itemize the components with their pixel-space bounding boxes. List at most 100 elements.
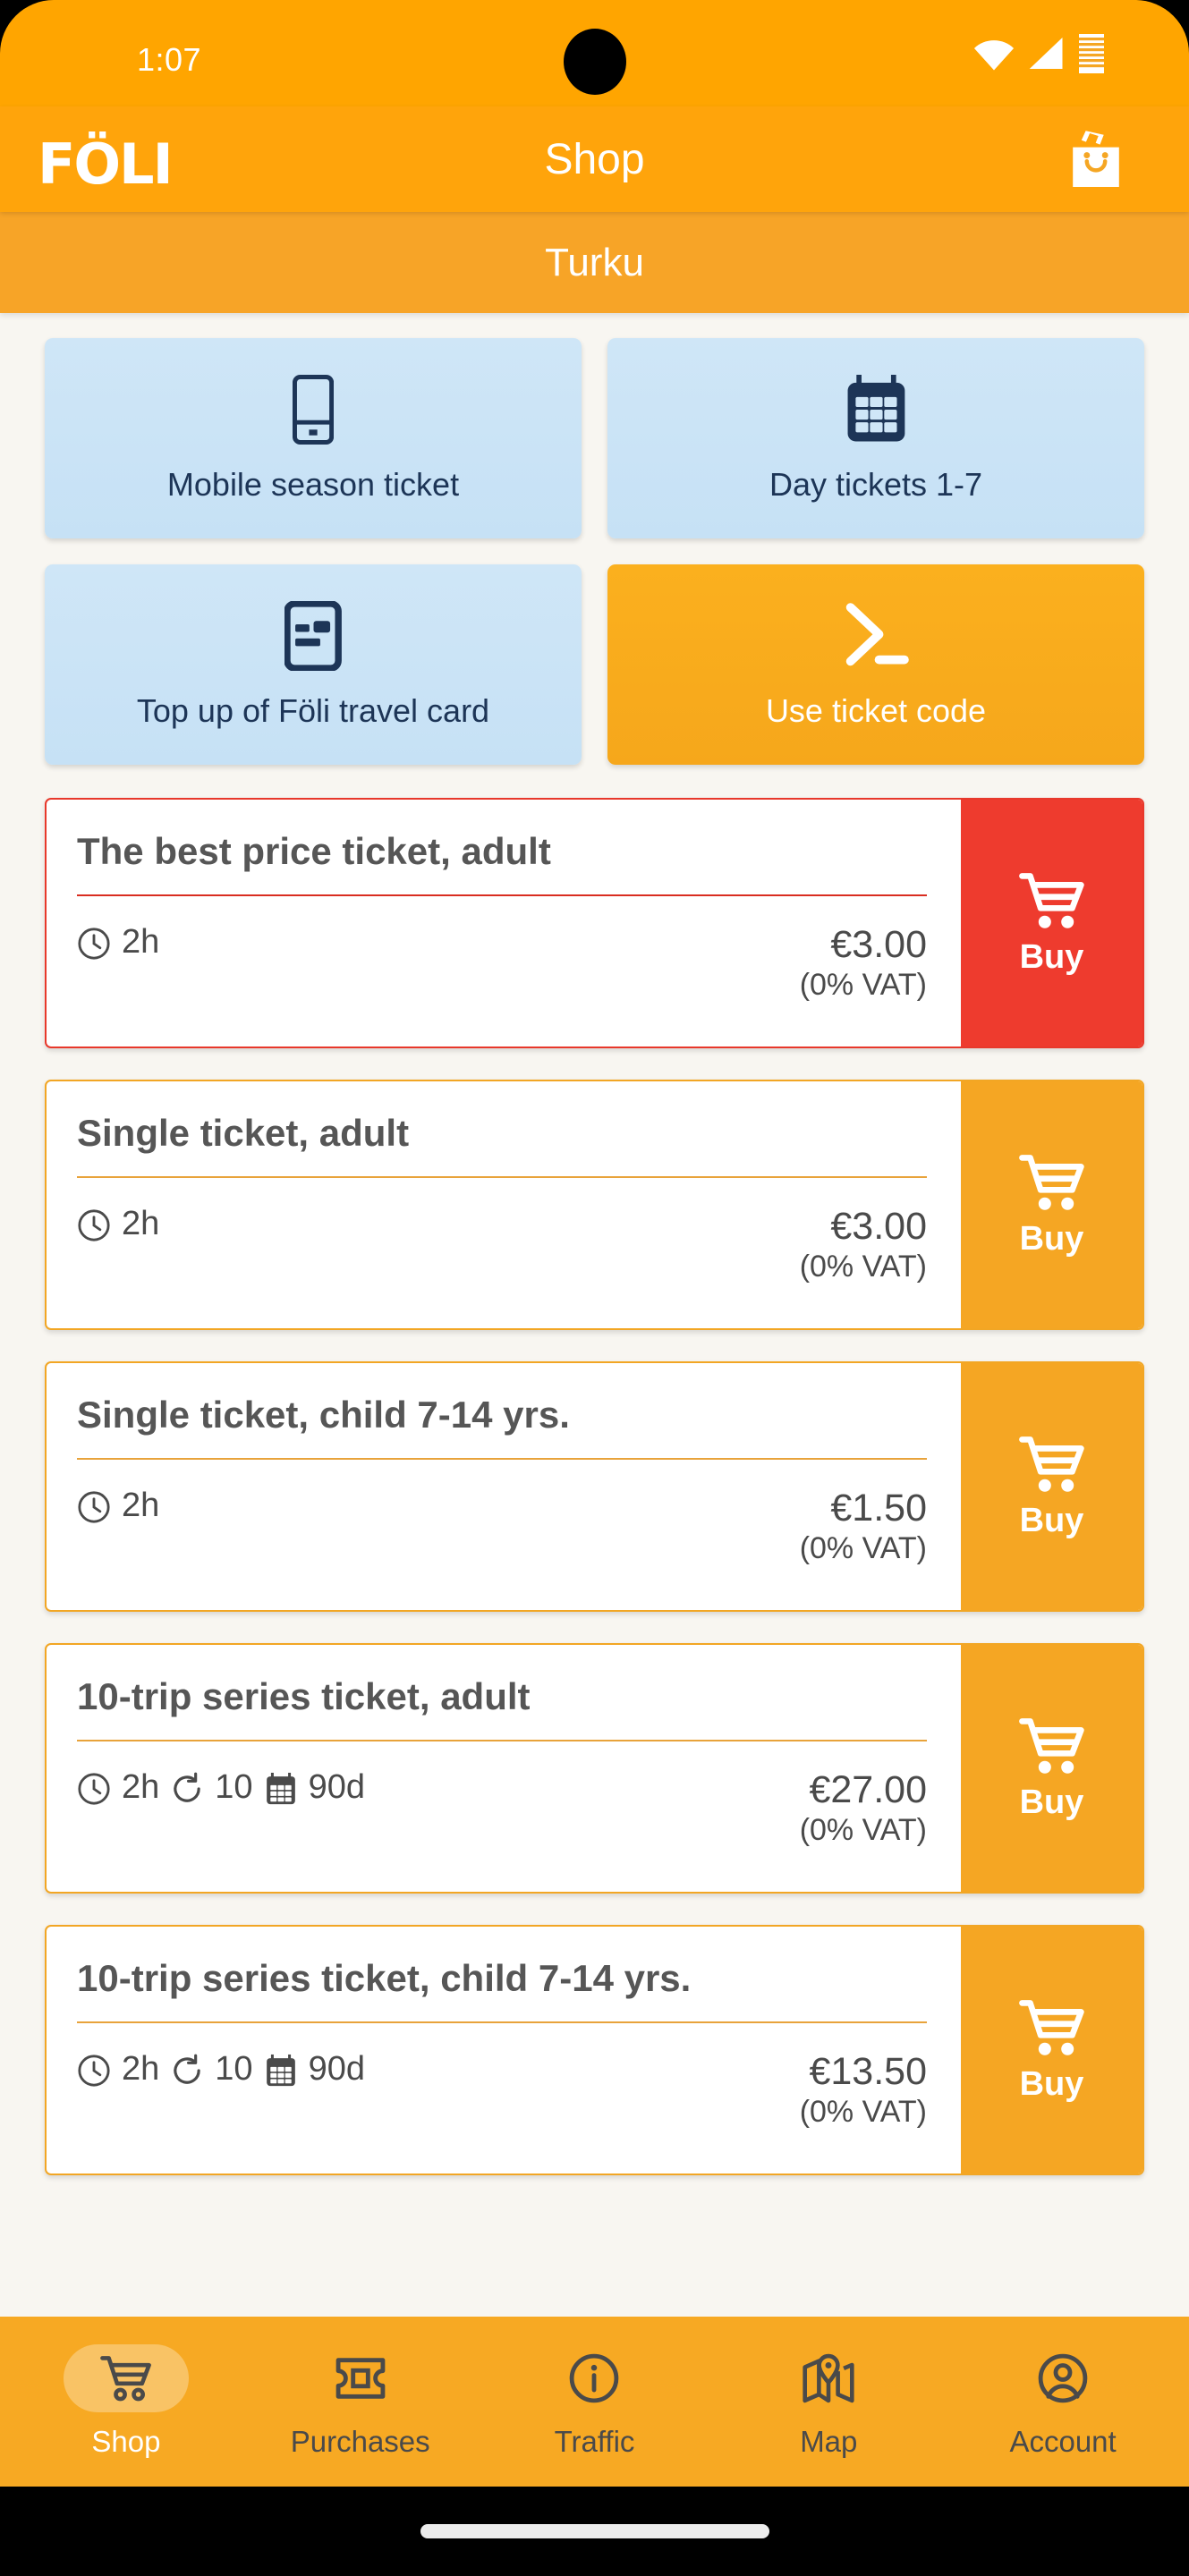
ticket-price: €13.50 bbox=[809, 2050, 927, 2093]
ticket-vat: (0% VAT) bbox=[799, 1250, 927, 1284]
ticket-vat: (0% VAT) bbox=[799, 968, 927, 1002]
shopping-cart-icon bbox=[100, 2356, 151, 2402]
home-indicator[interactable] bbox=[420, 2524, 769, 2538]
clock-icon bbox=[77, 1205, 111, 1243]
buy-button[interactable]: Buy bbox=[961, 1645, 1142, 1892]
ticket-validity: 90d bbox=[308, 1768, 365, 1806]
nav-pill-shop bbox=[63, 2344, 189, 2412]
shopping-cart-icon bbox=[1018, 872, 1084, 928]
ticket-pricing: €13.50 (0% VAT) bbox=[800, 2050, 927, 2131]
category-tile-label: Day tickets 1-7 bbox=[769, 466, 983, 503]
ticket-duration: 2h bbox=[122, 1205, 160, 1242]
nav-item-account[interactable]: Account bbox=[946, 2344, 1180, 2459]
category-tile-mobile-season-ticket[interactable]: Mobile season ticket bbox=[45, 338, 582, 538]
category-tile-day-tickets[interactable]: Day tickets 1-7 bbox=[607, 338, 1144, 538]
ticket-card[interactable]: The best price ticket, adult 2h €3.00 (0… bbox=[45, 798, 1144, 1048]
buy-label: Buy bbox=[1019, 937, 1084, 976]
clock-icon bbox=[77, 923, 111, 962]
ticket-details: 2h 10 bbox=[77, 1768, 927, 1849]
nav-item-map[interactable]: Map bbox=[711, 2344, 946, 2459]
nav-pill-account bbox=[1000, 2344, 1125, 2412]
category-grid: Mobile season ticket Day tickets 1-7 Top… bbox=[45, 338, 1144, 765]
nav-item-purchases[interactable]: Purchases bbox=[243, 2344, 478, 2459]
ticket-price: €1.50 bbox=[830, 1487, 927, 1530]
ticket-price: €27.00 bbox=[809, 1768, 927, 1811]
ticket-info: 10-trip series ticket, adult 2h 10 90d €… bbox=[47, 1645, 961, 1892]
ticket-details: 2h 10 bbox=[77, 2050, 927, 2131]
ticket-info: 10-trip series ticket, child 7-14 yrs. 2… bbox=[47, 1927, 961, 2174]
ticket-vat: (0% VAT) bbox=[799, 1813, 927, 1847]
category-tile-label: Use ticket code bbox=[765, 692, 987, 729]
buy-button[interactable]: Buy bbox=[961, 1927, 1142, 2174]
ticket-card[interactable]: 10-trip series ticket, adult 2h 10 90d €… bbox=[45, 1643, 1144, 1894]
ticket-pricing: €1.50 (0% VAT) bbox=[800, 1487, 927, 1567]
refresh-icon bbox=[170, 2050, 204, 2089]
scroll-content[interactable]: Mobile season ticket Day tickets 1-7 Top… bbox=[0, 313, 1189, 2317]
ticket-card[interactable]: Single ticket, adult 2h €3.00 (0% VAT) B… bbox=[45, 1080, 1144, 1330]
status-time: 1:07 bbox=[137, 41, 202, 78]
buy-button[interactable]: Buy bbox=[961, 1081, 1142, 1328]
clock-icon bbox=[77, 1487, 111, 1525]
calendar-icon bbox=[264, 2050, 298, 2089]
page-title: Shop bbox=[544, 135, 645, 183]
ticket-title: 10-trip series ticket, child 7-14 yrs. bbox=[77, 1957, 692, 1999]
buy-label: Buy bbox=[1019, 1501, 1084, 1539]
ticket-icon bbox=[335, 2358, 386, 2399]
ticket-vat: (0% VAT) bbox=[799, 1531, 927, 1565]
ticket-meta: 2h bbox=[77, 1205, 159, 1243]
ticket-meta: 2h 10 90d bbox=[77, 2050, 365, 2089]
nav-item-shop[interactable]: Shop bbox=[9, 2344, 243, 2459]
nav-item-traffic[interactable]: Traffic bbox=[478, 2344, 712, 2459]
app-bar: FÖLI Shop bbox=[0, 106, 1189, 212]
status-bar: 1:07 bbox=[0, 0, 1189, 106]
ticket-info: Single ticket, child 7-14 yrs. 2h €1.50 … bbox=[47, 1363, 961, 1610]
buy-label: Buy bbox=[1019, 2064, 1084, 2103]
nav-pill-map bbox=[766, 2344, 891, 2412]
ticket-duration: 2h bbox=[122, 1768, 160, 1806]
category-tile-top-up-travel-card[interactable]: Top up of Föli travel card bbox=[45, 564, 582, 765]
buy-button[interactable]: Buy bbox=[961, 1363, 1142, 1610]
clock-icon bbox=[77, 1768, 111, 1807]
ticket-vat: (0% VAT) bbox=[799, 2095, 927, 2129]
nav-pill-traffic bbox=[531, 2344, 657, 2412]
foli-logo: FÖLI bbox=[38, 131, 174, 197]
ticket-trips: 10 bbox=[215, 1768, 253, 1806]
buy-button[interactable]: Buy bbox=[961, 800, 1142, 1046]
nav-label: Map bbox=[800, 2425, 858, 2458]
calendar-icon bbox=[845, 373, 908, 446]
ticket-duration: 2h bbox=[122, 2050, 160, 2088]
category-tile-use-ticket-code[interactable]: Use ticket code bbox=[607, 564, 1144, 765]
ticket-info: Single ticket, adult 2h €3.00 (0% VAT) bbox=[47, 1081, 961, 1328]
ticket-meta: 2h bbox=[77, 1487, 159, 1525]
shopping-cart-icon bbox=[1018, 1999, 1084, 2055]
map-pin-icon bbox=[803, 2353, 854, 2403]
ticket-price: €3.00 bbox=[830, 923, 927, 966]
ticket-pricing: €3.00 (0% VAT) bbox=[800, 923, 927, 1004]
ticket-info: The best price ticket, adult 2h €3.00 (0… bbox=[47, 800, 961, 1046]
category-tile-label: Mobile season ticket bbox=[166, 466, 460, 503]
person-circle-icon bbox=[1038, 2353, 1088, 2403]
travel-card-icon bbox=[285, 599, 342, 673]
refresh-icon bbox=[170, 1768, 204, 1807]
info-circle-icon bbox=[570, 2353, 619, 2403]
battery-icon bbox=[1079, 34, 1104, 73]
terminal-prompt-icon bbox=[841, 599, 911, 673]
region-bar[interactable]: Turku bbox=[0, 212, 1189, 313]
ticket-card[interactable]: Single ticket, child 7-14 yrs. 2h €1.50 … bbox=[45, 1361, 1144, 1612]
ticket-duration: 2h bbox=[122, 923, 160, 961]
bottom-navigation: Shop Purchases Traffic Map Account bbox=[0, 2317, 1189, 2487]
ticket-details: 2h €1.50 (0% VAT) bbox=[77, 1487, 927, 1567]
ticket-title: 10-trip series ticket, adult bbox=[77, 1675, 531, 1717]
buy-label: Buy bbox=[1019, 1219, 1084, 1258]
nav-label: Account bbox=[1009, 2425, 1117, 2458]
mobile-phone-icon bbox=[292, 373, 335, 446]
region-label: Turku bbox=[545, 240, 644, 284]
nav-label: Shop bbox=[91, 2425, 161, 2458]
shopping-bag-button[interactable] bbox=[1062, 126, 1130, 194]
ticket-divider bbox=[77, 1458, 927, 1460]
calendar-icon bbox=[264, 1768, 298, 1807]
shopping-bag-icon bbox=[1073, 131, 1119, 187]
ticket-card[interactable]: 10-trip series ticket, child 7-14 yrs. 2… bbox=[45, 1925, 1144, 2175]
nav-pill-purchases bbox=[298, 2344, 423, 2412]
shopping-cart-icon bbox=[1018, 1436, 1084, 1492]
